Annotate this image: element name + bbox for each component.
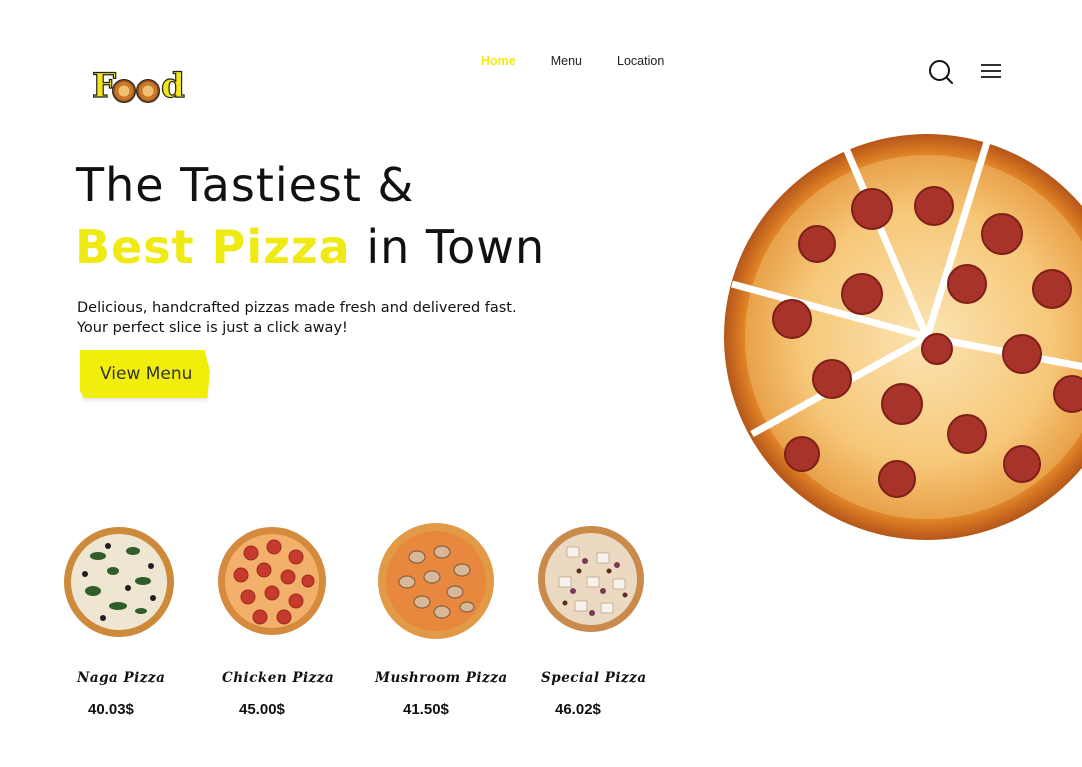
product-name: Chicken Pizza <box>222 670 335 686</box>
hero-description-line2: Your perfect slice is just a click away! <box>77 320 348 336</box>
product-price: 45.00$ <box>239 701 285 718</box>
logo-pizza-o-icon <box>136 79 160 103</box>
nav-item-menu[interactable]: Menu <box>551 54 582 68</box>
mushroom-pizza-image <box>378 523 494 639</box>
main-nav: Home Menu Location <box>481 54 664 68</box>
product-price: 46.02$ <box>555 701 601 718</box>
chicken-pizza-image <box>218 527 326 635</box>
product-name: Special Pizza <box>541 670 647 686</box>
hero-title-line2: Best Pizza in Town <box>75 220 545 274</box>
hero-pizza-image <box>724 134 1082 540</box>
nav-item-home[interactable]: Home <box>481 54 516 68</box>
hero-description: Delicious, handcrafted pizzas made fresh… <box>77 298 517 338</box>
hamburger-menu-icon[interactable] <box>980 62 1002 80</box>
product-name: Naga Pizza <box>77 670 166 686</box>
hero-title-accent: Best Pizza <box>75 220 351 274</box>
hero-title-line1: The Tastiest & <box>76 158 415 212</box>
hero-title-rest: in Town <box>350 220 546 274</box>
product-price: 40.03$ <box>88 701 134 718</box>
logo-pizza-o-icon <box>112 79 136 103</box>
naga-pizza-image <box>64 527 174 637</box>
hero-description-line1: Delicious, handcrafted pizzas made fresh… <box>77 300 517 316</box>
special-pizza-image <box>538 526 644 632</box>
product-price: 41.50$ <box>403 701 449 718</box>
search-icon[interactable] <box>928 59 954 85</box>
nav-item-location[interactable]: Location <box>617 54 664 68</box>
brand-logo[interactable]: Fd <box>91 65 187 106</box>
view-menu-button[interactable]: View Menu <box>80 350 210 398</box>
product-name: Mushroom Pizza <box>375 670 508 686</box>
